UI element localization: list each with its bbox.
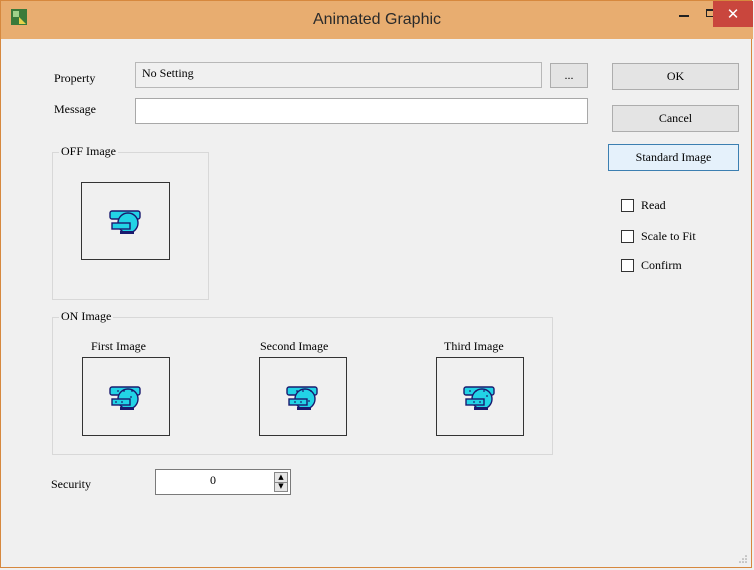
second-image-box[interactable] xyxy=(259,357,347,436)
first-image-box[interactable] xyxy=(82,357,170,436)
spinner-down-icon[interactable]: ▼ xyxy=(275,482,287,491)
read-checkbox[interactable] xyxy=(621,199,634,212)
pump-flow-icon xyxy=(463,385,495,410)
property-label: Property xyxy=(54,71,96,85)
security-spinner[interactable]: 0 ▲ ▼ xyxy=(155,469,291,495)
security-label: Security xyxy=(51,477,91,491)
cancel-button[interactable]: Cancel xyxy=(612,105,739,132)
first-image-label: First Image xyxy=(91,339,146,353)
message-label: Message xyxy=(54,102,96,116)
message-input[interactable] xyxy=(135,98,588,124)
confirm-label: Confirm xyxy=(641,258,682,272)
off-image-title: OFF Image xyxy=(59,144,118,159)
animated-graphic-dialog: Animated Graphic ✕ Property No Setting .… xyxy=(0,0,753,568)
pump-flow-icon xyxy=(109,385,141,410)
close-button[interactable]: ✕ xyxy=(713,1,753,27)
ok-button[interactable]: OK xyxy=(612,63,739,90)
minimize-icon xyxy=(679,15,689,17)
property-field[interactable]: No Setting xyxy=(135,62,542,88)
second-image-label: Second Image xyxy=(260,339,329,353)
standard-image-button[interactable]: Standard Image xyxy=(608,144,739,171)
resize-grip-icon[interactable] xyxy=(738,554,748,564)
pump-icon xyxy=(108,210,141,234)
title-bar[interactable]: Animated Graphic ✕ xyxy=(1,1,753,39)
scale-to-fit-checkbox[interactable] xyxy=(621,230,634,243)
confirm-checkbox[interactable] xyxy=(621,259,634,272)
on-image-title: ON Image xyxy=(59,309,114,324)
security-value[interactable]: 0 xyxy=(156,473,270,488)
pump-flow-icon xyxy=(286,385,318,410)
scale-to-fit-label: Scale to Fit xyxy=(641,229,696,243)
window-title: Animated Graphic xyxy=(312,11,442,28)
minimize-button[interactable] xyxy=(669,1,699,27)
off-image-box[interactable] xyxy=(81,182,170,260)
spinner-buttons: ▲ ▼ xyxy=(274,472,288,492)
third-image-label: Third Image xyxy=(444,339,504,353)
browse-button[interactable]: ... xyxy=(550,63,588,88)
read-label: Read xyxy=(641,198,666,212)
close-icon: ✕ xyxy=(726,5,740,23)
third-image-box[interactable] xyxy=(436,357,524,436)
